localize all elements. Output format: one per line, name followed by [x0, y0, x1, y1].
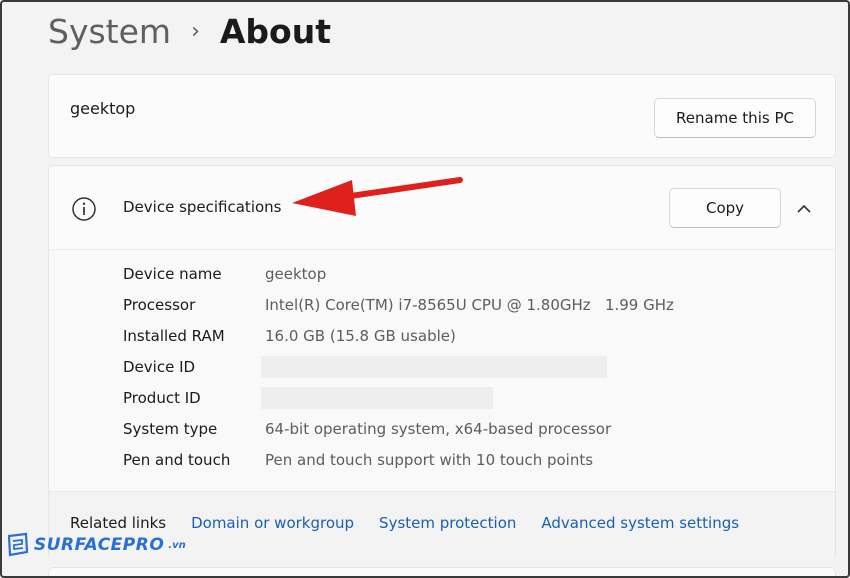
spec-row-processor: Processor Intel(R) Core(TM) i7-8565U CPU…: [123, 293, 674, 317]
domain-or-workgroup-link[interactable]: Domain or workgroup: [191, 514, 354, 532]
watermark-text: SURFACEPRO: [34, 535, 165, 555]
page-title: About: [219, 11, 331, 51]
chevron-up-icon[interactable]: [793, 198, 815, 220]
spec-label: System type: [123, 420, 218, 438]
redacted-product-id: [261, 387, 493, 409]
spec-row-product-id: Product ID: [123, 386, 265, 410]
spec-label: Product ID: [123, 389, 201, 407]
system-protection-link[interactable]: System protection: [379, 514, 516, 532]
next-card-edge: [48, 567, 836, 578]
breadcrumb-system-link[interactable]: System: [48, 12, 171, 51]
redacted-device-id: [261, 356, 607, 378]
spec-label: Device ID: [123, 358, 196, 376]
spec-row-system-type: System type 64-bit operating system, x64…: [123, 417, 611, 441]
advanced-system-settings-link[interactable]: Advanced system settings: [541, 514, 739, 532]
rename-pc-button[interactable]: Rename this PC: [654, 98, 816, 138]
spec-label: Installed RAM: [123, 327, 225, 345]
spec-row-pen-and-touch: Pen and touch Pen and touch support with…: [123, 448, 593, 472]
spec-row-device-id: Device ID: [123, 355, 265, 379]
spec-row-installed-ram: Installed RAM 16.0 GB (15.8 GB usable): [123, 324, 456, 348]
spec-value: geektop: [265, 265, 327, 283]
spec-value: 64-bit operating system, x64-based proce…: [265, 420, 612, 438]
spec-label: Pen and touch: [123, 451, 231, 469]
surfacepro-logo-icon: [7, 532, 29, 557]
device-specifications-list: Device name geektop Processor Intel(R) C…: [49, 250, 835, 490]
spec-row-device-name: Device name geektop: [123, 262, 326, 286]
device-specifications-header[interactable]: Device specifications Copy: [49, 166, 835, 250]
spec-label: Processor: [123, 296, 196, 314]
breadcrumb: System › About: [48, 8, 331, 54]
related-links-label: Related links: [70, 514, 167, 532]
spec-value: Pen and touch support with 10 touch poin…: [265, 451, 594, 469]
spec-label: Device name: [123, 265, 222, 283]
watermark-suffix: .vn: [168, 539, 186, 551]
device-specifications-title: Device specifications: [123, 198, 282, 216]
pc-name-card: geektop Rename this PC: [48, 74, 836, 158]
info-icon: [72, 197, 96, 221]
copy-button[interactable]: Copy: [669, 188, 781, 228]
surfacepro-watermark: SURFACEPRO .vn: [6, 532, 186, 558]
spec-value: 16.0 GB (15.8 GB usable): [265, 327, 456, 345]
device-specifications-card: Device specifications Copy Device name g…: [48, 165, 836, 561]
pc-name: geektop: [70, 99, 136, 118]
breadcrumb-separator: ›: [191, 18, 200, 44]
spec-value: Intel(R) Core(TM) i7-8565U CPU @ 1.80GHz…: [265, 296, 674, 314]
